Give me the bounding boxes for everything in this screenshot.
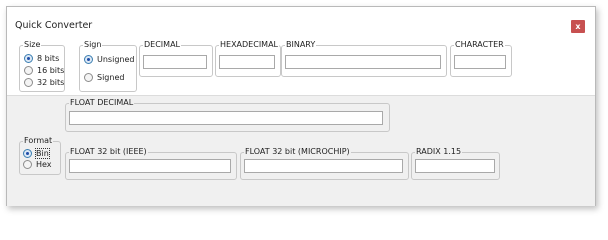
float-decimal-input[interactable] [69, 111, 383, 125]
float32-ieee-group: FLOAT 32 bit (IEEE) [65, 147, 237, 180]
float-decimal-legend: FLOAT DECIMAL [69, 98, 135, 108]
decimal-input[interactable] [143, 55, 207, 69]
radio-checked-icon[interactable] [23, 149, 32, 158]
float-panel: FLOAT DECIMAL Format Bin Hex FLOAT 32 bi… [7, 95, 595, 206]
float32-microchip-group: FLOAT 32 bit (MICROCHIP) [240, 147, 409, 180]
float32-microchip-legend: FLOAT 32 bit (MICROCHIP) [244, 147, 351, 157]
hexadecimal-group: HEXADECIMAL [215, 40, 281, 77]
format-option-bin[interactable]: Bin [23, 148, 50, 159]
size-option-label: 8 bits [37, 54, 60, 63]
window-title: Quick Converter [15, 20, 93, 31]
character-group: CHARACTER [450, 40, 512, 77]
format-option-label: Hex [36, 160, 52, 169]
format-group-legend: Format [23, 136, 54, 146]
sign-option-unsigned[interactable]: Unsigned [84, 55, 134, 64]
sign-group: Sign Unsigned Signed [79, 40, 137, 92]
hexadecimal-legend: HEXADECIMAL [219, 40, 280, 50]
radio-icon[interactable] [23, 160, 32, 169]
float-decimal-group: FLOAT DECIMAL [65, 98, 390, 132]
decimal-group: DECIMAL [139, 40, 213, 77]
close-button[interactable]: x [571, 20, 585, 33]
radio-checked-icon[interactable] [84, 55, 93, 64]
sign-option-label: Signed [97, 73, 125, 82]
float32-ieee-input[interactable] [69, 159, 231, 173]
decimal-legend: DECIMAL [143, 40, 181, 50]
float32-ieee-legend: FLOAT 32 bit (IEEE) [69, 147, 148, 157]
size-option-label: 32 bits [37, 78, 65, 87]
sign-option-label: Unsigned [97, 55, 135, 64]
binary-group: BINARY [281, 40, 447, 77]
size-option-16bits[interactable]: 16 bits [24, 66, 64, 75]
format-option-label: Bin [35, 148, 50, 159]
radio-icon[interactable] [24, 78, 33, 87]
radix-group: RADIX 1.15 [411, 147, 500, 180]
character-input[interactable] [454, 55, 506, 69]
radio-icon[interactable] [24, 66, 33, 75]
radix-legend: RADIX 1.15 [415, 147, 463, 157]
format-option-hex[interactable]: Hex [23, 160, 52, 169]
character-legend: CHARACTER [454, 40, 505, 50]
size-group-legend: Size [23, 40, 42, 50]
quick-converter-window: Quick Converter x Size 8 bits 16 bits 32… [6, 6, 596, 206]
size-group: Size 8 bits 16 bits 32 bits [19, 40, 65, 92]
float32-microchip-input[interactable] [244, 159, 403, 173]
size-option-8bits[interactable]: 8 bits [24, 54, 59, 63]
radix-input[interactable] [415, 159, 495, 173]
radio-icon[interactable] [84, 73, 93, 82]
binary-legend: BINARY [285, 40, 317, 50]
sign-option-signed[interactable]: Signed [84, 73, 124, 82]
format-group: Format Bin Hex [19, 136, 61, 175]
radio-checked-icon[interactable] [24, 54, 33, 63]
sign-group-legend: Sign [83, 40, 103, 50]
hexadecimal-input[interactable] [219, 55, 275, 69]
binary-input[interactable] [285, 55, 441, 69]
size-option-32bits[interactable]: 32 bits [24, 78, 64, 87]
size-option-label: 16 bits [37, 66, 65, 75]
